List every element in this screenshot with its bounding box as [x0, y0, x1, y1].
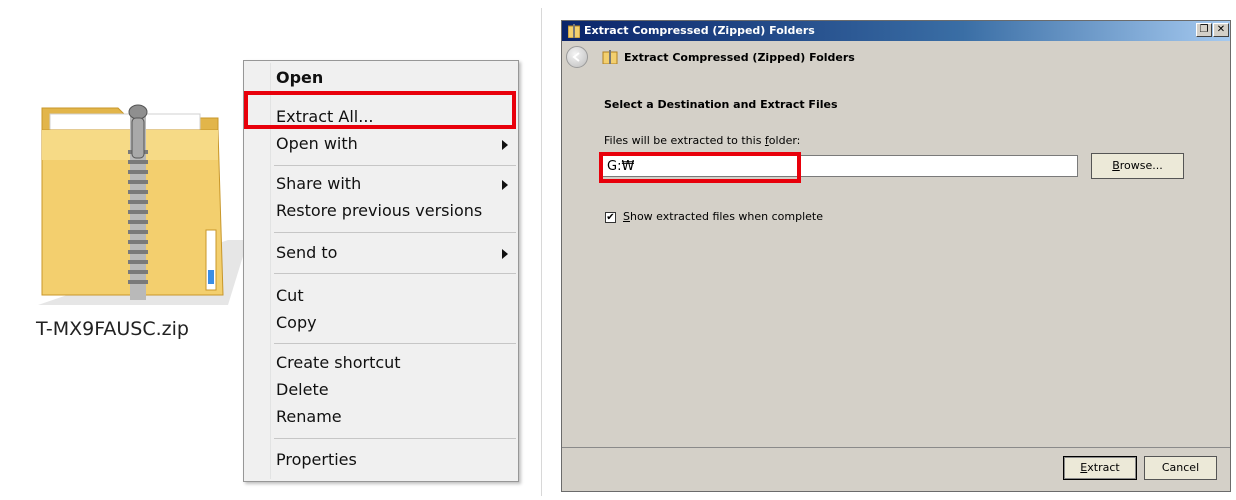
menu-item-label: Rename	[276, 407, 342, 426]
submenu-arrow-icon	[502, 140, 508, 150]
menu-item-create-shortcut[interactable]: Create shortcut	[244, 350, 518, 376]
submenu-arrow-icon	[502, 180, 508, 190]
zipped-folder-icon[interactable]	[28, 90, 248, 320]
menu-item-label: Properties	[276, 450, 357, 469]
close-icon: ✕	[1216, 24, 1226, 35]
menu-separator	[274, 273, 516, 274]
checkmark-icon: ✔	[606, 212, 615, 223]
wizard-title: Extract Compressed (Zipped) Folders	[624, 51, 855, 64]
dialog-navbar: Extract Compressed (Zipped) Folders	[562, 41, 1230, 73]
highlight-box-extract-all	[244, 91, 516, 129]
submenu-arrow-icon	[502, 249, 508, 259]
menu-item-label: Send to	[276, 243, 338, 262]
file-name-label: T-MX9FAUSC.zip	[36, 318, 189, 340]
back-button[interactable]	[566, 46, 588, 68]
panel-divider	[541, 8, 542, 496]
extract-button[interactable]: Extract	[1063, 456, 1137, 480]
menu-item-label: Open	[276, 68, 324, 87]
window-title: Extract Compressed (Zipped) Folders	[584, 24, 815, 37]
cancel-button-label: Cancel	[1161, 461, 1200, 474]
footer-separator	[562, 447, 1230, 448]
browse-button[interactable]: Browse...	[1091, 153, 1184, 179]
menu-item-restore-previous-versions[interactable]: Restore previous versions	[244, 198, 518, 224]
show-extracted-files-checkbox[interactable]: ✔	[605, 212, 616, 223]
destination-label: Files will be extracted to this folder:	[604, 134, 801, 147]
menu-item-label: Restore previous versions	[276, 201, 483, 220]
restore-button[interactable]: ❐	[1196, 23, 1212, 37]
menu-separator	[274, 438, 516, 439]
dialog-content: Select a Destination and Extract Files F…	[562, 73, 1230, 447]
cancel-button[interactable]: Cancel	[1144, 456, 1217, 480]
zipped-folder-icon	[602, 50, 618, 64]
menu-item-label: Delete	[276, 380, 329, 399]
restore-icon: ❐	[1199, 24, 1209, 35]
back-arrow-icon	[572, 52, 580, 62]
menu-separator	[274, 232, 516, 233]
menu-separator	[274, 343, 516, 344]
menu-item-label: Share with	[276, 174, 362, 193]
menu-item-label: Create shortcut	[276, 353, 401, 372]
zipped-folder-icon	[568, 24, 580, 38]
menu-item-send-to[interactable]: Send to	[244, 240, 518, 266]
browse-button-label: Browse...	[1112, 159, 1163, 172]
show-extracted-files-label[interactable]: Show extracted files when complete	[623, 210, 823, 223]
section-heading: Select a Destination and Extract Files	[604, 98, 838, 111]
extract-button-label: Extract	[1080, 461, 1120, 474]
menu-item-label: Open with	[276, 134, 358, 153]
dialog-titlebar: Extract Compressed (Zipped) Folders ❐ ✕	[562, 21, 1230, 41]
menu-separator	[274, 165, 516, 166]
highlight-box-destination-path	[599, 152, 801, 183]
close-button[interactable]: ✕	[1213, 23, 1229, 37]
menu-item-rename[interactable]: Rename	[244, 404, 518, 430]
menu-item-properties[interactable]: Properties	[244, 447, 518, 473]
extract-dialog: Extract Compressed (Zipped) Folders ❐ ✕ …	[561, 20, 1231, 492]
menu-item-copy[interactable]: Copy	[244, 310, 518, 336]
menu-item-label: Cut	[276, 286, 304, 305]
menu-item-delete[interactable]: Delete	[244, 377, 518, 403]
menu-item-cut[interactable]: Cut	[244, 283, 518, 309]
menu-item-open-with[interactable]: Open with	[244, 131, 518, 157]
menu-item-open[interactable]: Open	[244, 65, 518, 91]
menu-item-label: Copy	[276, 313, 317, 332]
menu-item-share-with[interactable]: Share with	[244, 171, 518, 197]
